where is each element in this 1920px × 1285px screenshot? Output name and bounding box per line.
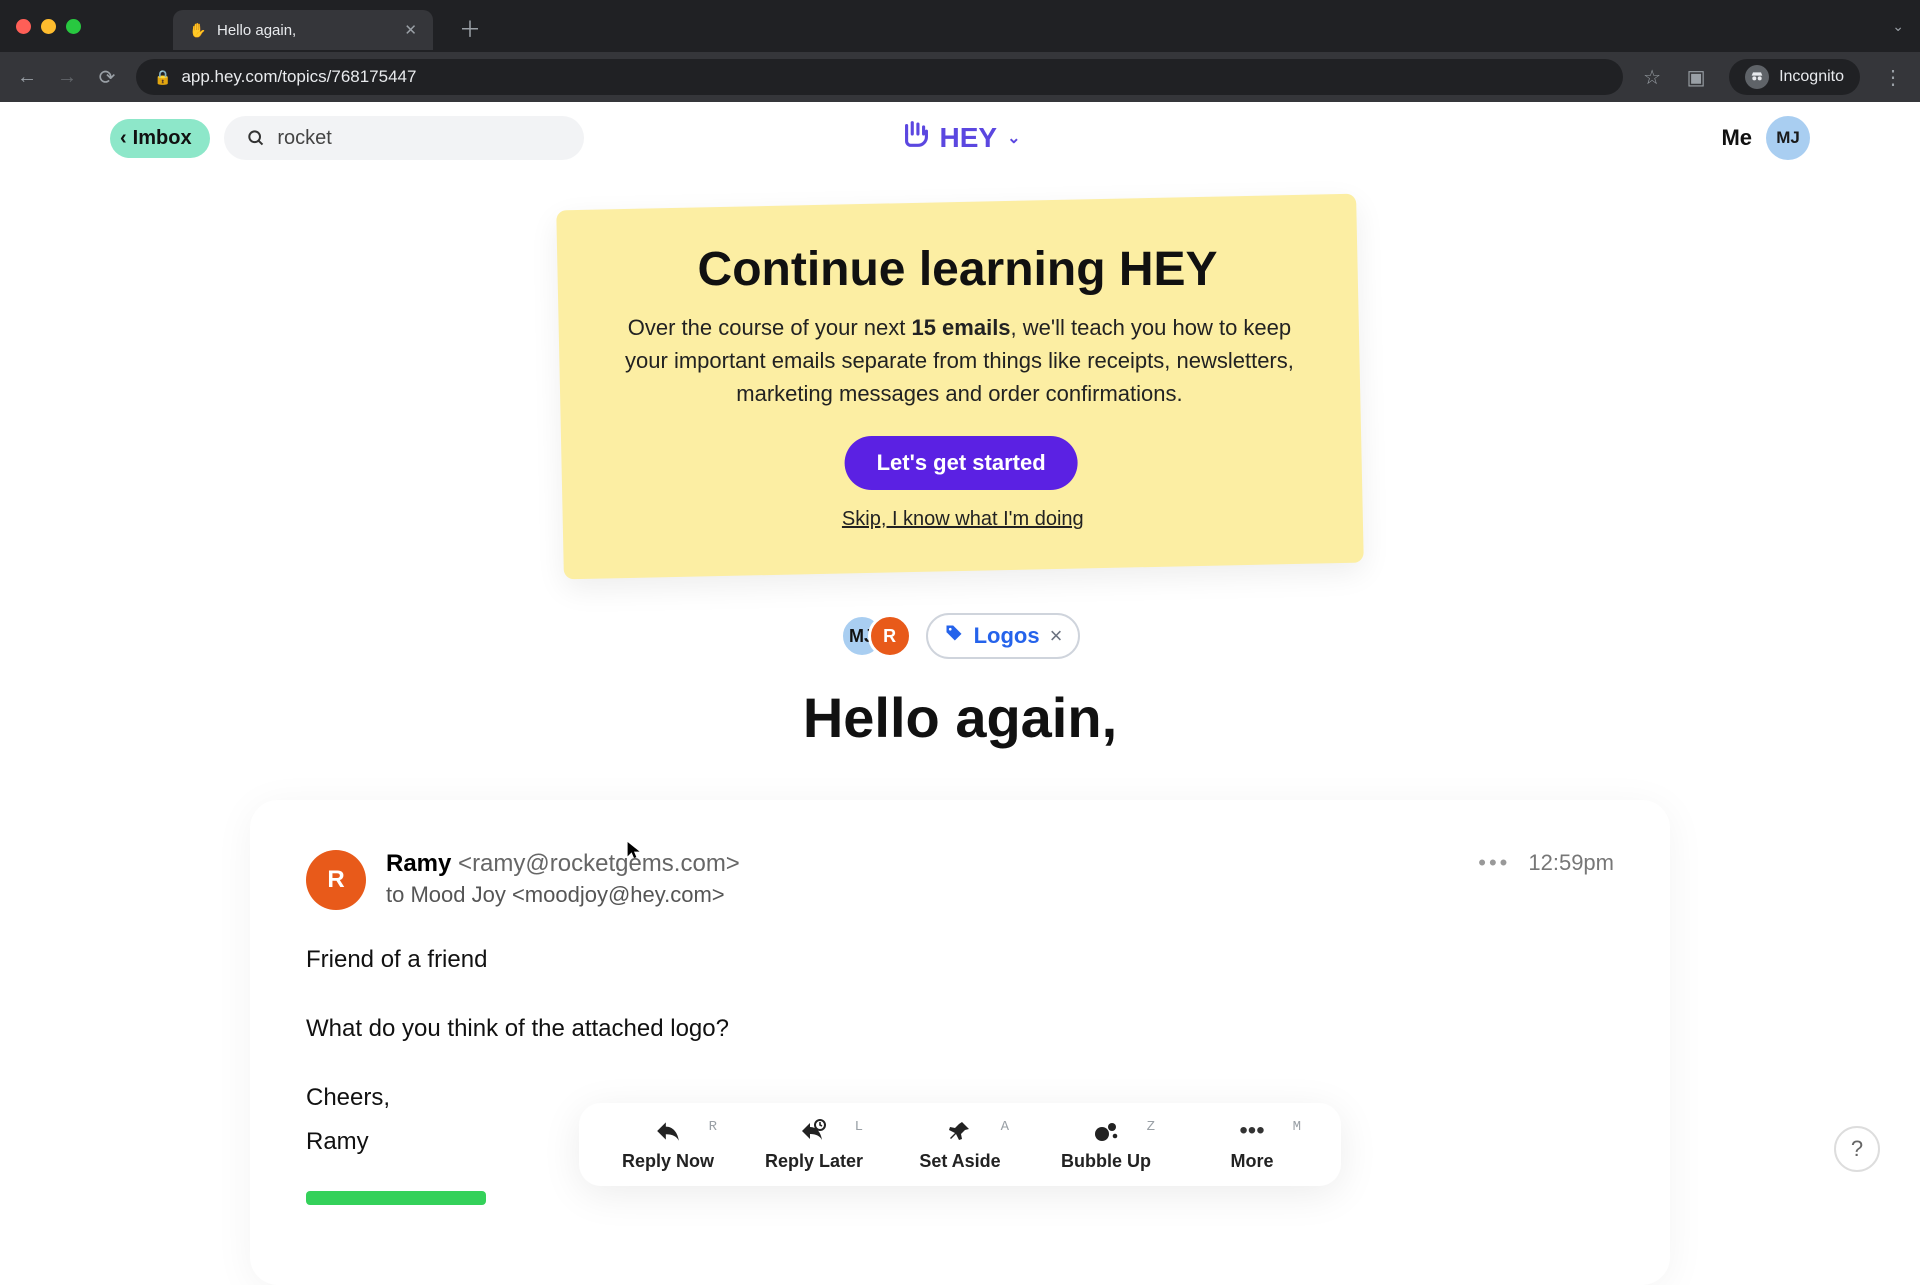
bubble-up-button[interactable]: Z Bubble Up — [1051, 1117, 1161, 1172]
brand-text: HEY — [940, 122, 998, 154]
lock-icon: 🔒 — [154, 69, 171, 86]
app-header: ‹ Imbox HEY ⌄ Me MJ — [0, 102, 1920, 174]
reply-later-button[interactable]: L Reply Later — [759, 1117, 869, 1172]
bubble-up-icon — [1093, 1117, 1119, 1145]
chevron-left-icon: ‹ — [120, 127, 127, 150]
skip-link[interactable]: Skip, I know what I'm doing — [623, 508, 1303, 531]
banner-title: Continue learning HEY — [618, 242, 1298, 297]
more-icon: ••• — [1239, 1117, 1264, 1145]
reload-button[interactable]: ⟳ — [96, 65, 118, 90]
search-icon — [246, 127, 266, 149]
bookmark-button[interactable]: ☆ — [1641, 65, 1663, 90]
more-button[interactable]: M ••• More — [1197, 1117, 1307, 1172]
back-button[interactable]: ← — [16, 66, 38, 89]
imbox-back-button[interactable]: ‹ Imbox — [110, 119, 210, 158]
set-aside-button[interactable]: A Set Aside — [905, 1117, 1015, 1172]
thread-participants: MJ R Logos × — [0, 613, 1920, 659]
remove-label-button[interactable]: × — [1050, 623, 1063, 649]
get-started-button[interactable]: Let's get started — [845, 436, 1078, 490]
url-text: app.hey.com/topics/768175447 — [181, 67, 416, 87]
chevron-down-icon: ⌄ — [1007, 128, 1020, 148]
tab-title: Hello again, — [217, 22, 296, 39]
incognito-icon — [1745, 65, 1769, 89]
me-avatar: MJ — [1766, 116, 1810, 160]
attachment-preview[interactable] — [306, 1191, 486, 1205]
kebab-menu-button[interactable]: ⋮ — [1882, 65, 1904, 90]
message-more-button[interactable]: ••• — [1478, 850, 1510, 876]
action-bar: R Reply Now L Reply Later A Set Aside Z — [579, 1103, 1341, 1186]
label-chip[interactable]: Logos × — [926, 613, 1081, 659]
browser-tab[interactable]: ✋ Hello again, ✕ — [173, 10, 433, 50]
message-time: 12:59pm — [1528, 850, 1614, 876]
me-menu[interactable]: Me MJ — [1721, 116, 1810, 160]
from-line: Ramy <ramy@rocketgems.com> — [386, 850, 740, 878]
close-tab-button[interactable]: ✕ — [404, 21, 417, 39]
tab-favicon: ✋ — [189, 21, 207, 39]
app-page: ‹ Imbox HEY ⌄ Me MJ Continue learning HE… — [0, 102, 1920, 1200]
reply-now-button[interactable]: R Reply Now — [613, 1117, 723, 1172]
new-tab-button[interactable]: ＋ — [459, 12, 481, 44]
browser-toolbar: ← → ⟳ 🔒 app.hey.com/topics/768175447 ☆ ▣… — [0, 52, 1920, 102]
brand-menu[interactable]: HEY ⌄ — [900, 117, 1021, 159]
pin-icon — [948, 1117, 972, 1145]
thread-title: Hello again, — [0, 685, 1920, 750]
mac-titlebar: ✋ Hello again, ✕ ＋ ⌄ — [0, 0, 1920, 52]
me-label: Me — [1721, 125, 1752, 151]
forward-button[interactable]: → — [56, 66, 78, 89]
participant-avatar: R — [868, 614, 912, 658]
tag-icon — [944, 623, 964, 649]
minimize-window-button[interactable] — [41, 19, 56, 34]
hey-logo-icon — [900, 117, 934, 159]
help-button[interactable]: ? — [1834, 1126, 1880, 1172]
label-name: Logos — [974, 623, 1040, 649]
avatar-stack[interactable]: MJ R — [840, 614, 912, 658]
reply-later-icon — [800, 1117, 828, 1145]
window-controls — [16, 19, 81, 34]
search-field[interactable] — [224, 116, 584, 160]
panel-button[interactable]: ▣ — [1685, 65, 1707, 90]
address-bar[interactable]: 🔒 app.hey.com/topics/768175447 — [136, 59, 1623, 95]
onboarding-banner: Continue learning HEY Over the course of… — [556, 194, 1364, 580]
search-input[interactable] — [277, 127, 561, 150]
imbox-label: Imbox — [133, 127, 192, 150]
close-window-button[interactable] — [16, 19, 31, 34]
maximize-window-button[interactable] — [66, 19, 81, 34]
tabs-overflow-button[interactable]: ⌄ — [1892, 18, 1904, 35]
incognito-indicator[interactable]: Incognito — [1729, 59, 1860, 95]
reply-icon — [655, 1117, 681, 1145]
to-line: to Mood Joy <moodjoy@hey.com> — [386, 882, 740, 908]
sender-avatar: R — [306, 850, 366, 910]
incognito-label: Incognito — [1779, 68, 1844, 86]
message-card: R Ramy <ramy@rocketgems.com> to Mood Joy… — [250, 800, 1670, 1285]
banner-body: Over the course of your next 15 emails, … — [619, 311, 1299, 410]
